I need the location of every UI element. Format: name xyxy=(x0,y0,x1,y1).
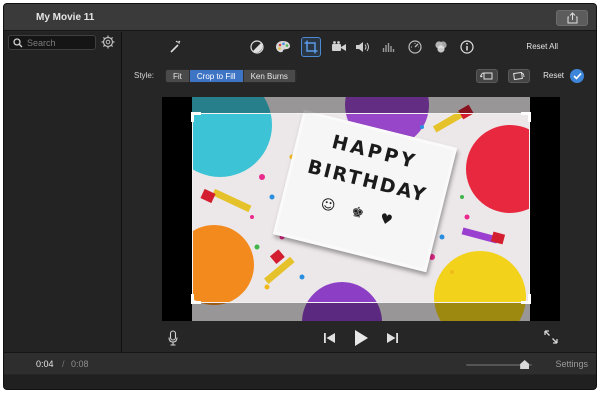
rotate-left-button[interactable] xyxy=(476,69,498,83)
rotate-right-icon xyxy=(513,71,525,81)
window-title: My Movie 11 xyxy=(36,12,95,23)
crop-handle-top-right[interactable] xyxy=(521,112,531,122)
skip-back-icon[interactable] xyxy=(324,333,336,343)
zoom-slider-knob[interactable] xyxy=(520,360,530,369)
equalizer-icon[interactable] xyxy=(380,38,398,56)
rotate-right-button[interactable] xyxy=(508,69,530,83)
crop-mask-top xyxy=(192,97,530,113)
camera-icon[interactable] xyxy=(330,38,348,56)
crop-style-row: Style: Fit Crop to Fill Ken Burns Reset xyxy=(124,66,596,86)
imovie-window: My Movie 11 Search Reset All Style: Fit … xyxy=(3,3,597,390)
video-viewer: HAPPY BIRTHDAY ☺ ♚ ♥ xyxy=(162,97,560,321)
search-icon xyxy=(13,38,23,48)
share-button[interactable] xyxy=(556,10,588,26)
rotate-left-icon xyxy=(480,72,493,80)
volume-icon[interactable] xyxy=(354,38,372,56)
time-separator: / xyxy=(62,359,65,369)
crop-handle-bottom-left[interactable] xyxy=(191,294,201,304)
color-palette-icon[interactable] xyxy=(274,38,292,56)
magic-wand-icon[interactable] xyxy=(166,38,184,56)
reset-button[interactable]: Reset xyxy=(543,71,564,80)
crop-icon[interactable] xyxy=(301,37,321,57)
search-input[interactable] xyxy=(27,37,93,49)
crop-style-segmented-control: Fit Crop to Fill Ken Burns xyxy=(165,69,297,83)
crop-handle-top-left[interactable] xyxy=(191,112,201,122)
title-bar: My Movie 11 xyxy=(4,4,596,31)
style-label: Style: xyxy=(134,71,155,80)
checkmark-icon xyxy=(572,72,582,80)
transport-controls xyxy=(324,330,398,346)
skip-forward-icon[interactable] xyxy=(386,333,398,343)
playback-controls xyxy=(124,322,596,352)
crop-handle-bottom-right[interactable] xyxy=(521,294,531,304)
crop-mask-bottom xyxy=(192,303,530,321)
color-balance-icon[interactable] xyxy=(248,38,266,56)
apply-crop-button[interactable] xyxy=(570,69,584,83)
adjustment-toolbar: Reset All xyxy=(124,32,596,62)
settings-button[interactable]: Settings xyxy=(555,359,588,369)
speed-icon[interactable] xyxy=(406,38,424,56)
play-icon[interactable] xyxy=(354,330,368,346)
gear-icon[interactable] xyxy=(101,35,115,49)
filter-icon[interactable] xyxy=(432,38,450,56)
timeline-area xyxy=(4,375,596,389)
current-time: 0:04 xyxy=(36,359,54,369)
fit-option[interactable]: Fit xyxy=(166,70,190,82)
status-bar: 0:04 / 0:08 Settings xyxy=(4,352,596,374)
fullscreen-icon[interactable] xyxy=(544,330,558,344)
crop-frame[interactable] xyxy=(191,112,531,304)
crop-to-fill-option[interactable]: Crop to Fill xyxy=(189,70,244,82)
reset-all-button[interactable]: Reset All xyxy=(526,42,558,51)
microphone-icon[interactable] xyxy=(168,330,178,346)
ken-burns-option[interactable]: Ken Burns xyxy=(243,70,296,82)
info-icon[interactable] xyxy=(458,38,476,56)
library-sidebar xyxy=(4,32,122,352)
total-time: 0:08 xyxy=(71,359,89,369)
search-field[interactable] xyxy=(8,35,96,50)
zoom-slider[interactable] xyxy=(466,360,532,369)
share-icon xyxy=(567,12,578,24)
